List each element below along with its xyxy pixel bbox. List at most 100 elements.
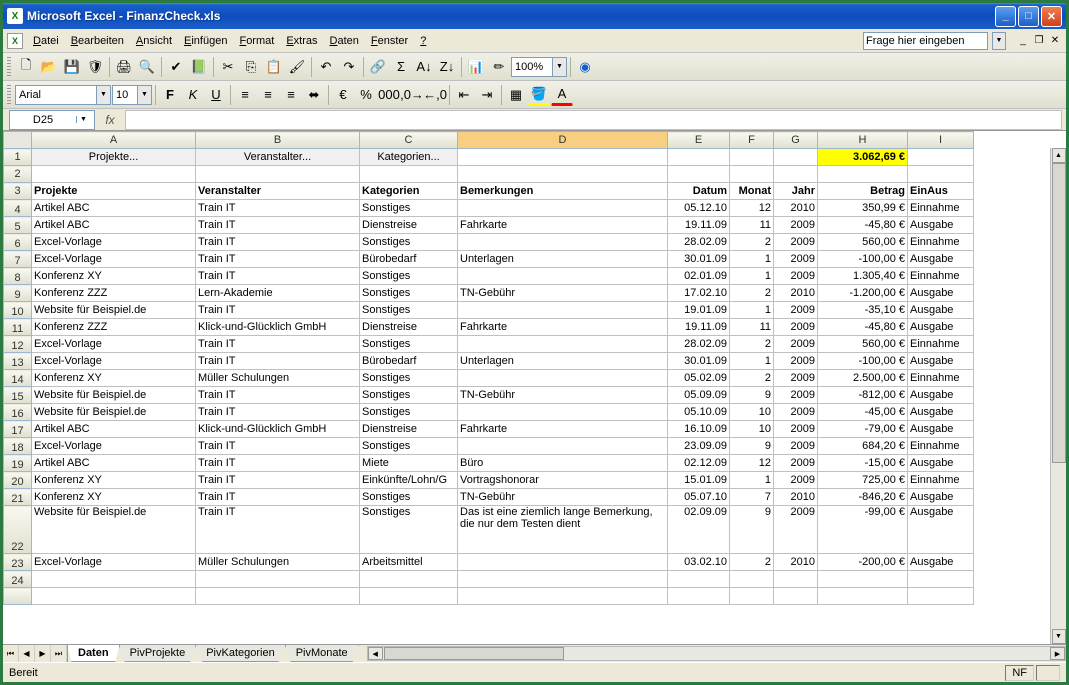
cell-E19[interactable]: 02.12.09 bbox=[668, 455, 730, 472]
row-header-4[interactable]: 4 bbox=[4, 200, 32, 217]
cell-F16[interactable]: 10 bbox=[730, 404, 774, 421]
menu-extras[interactable]: Extras bbox=[280, 33, 323, 49]
cell-A13[interactable]: Excel-Vorlage bbox=[32, 353, 196, 370]
cell-D3[interactable]: Bemerkungen bbox=[458, 183, 668, 200]
cell-F7[interactable]: 1 bbox=[730, 251, 774, 268]
cell-I20[interactable]: Einnahme bbox=[908, 472, 974, 489]
cell-I24[interactable] bbox=[908, 571, 974, 588]
menu-einfügen[interactable]: Einfügen bbox=[178, 33, 233, 49]
row-header-23[interactable]: 23 bbox=[4, 554, 32, 571]
cell-D22[interactable]: Das ist eine ziemlich lange Bemerkung, d… bbox=[458, 506, 668, 554]
col-header-F[interactable]: F bbox=[730, 132, 774, 149]
cell-F13[interactable]: 1 bbox=[730, 353, 774, 370]
cell-D6[interactable] bbox=[458, 234, 668, 251]
merge-icon[interactable]: ⬌ bbox=[303, 84, 325, 106]
cell-D19[interactable]: Büro bbox=[458, 455, 668, 472]
font-dropdown[interactable]: ▼ bbox=[15, 85, 111, 105]
cell-I16[interactable]: Ausgabe bbox=[908, 404, 974, 421]
cell-I25[interactable] bbox=[908, 588, 974, 605]
row-header-24[interactable]: 24 bbox=[4, 571, 32, 588]
cell-H11[interactable]: -45,80 € bbox=[818, 319, 908, 336]
cell-I6[interactable]: Einnahme bbox=[908, 234, 974, 251]
cell-G13[interactable]: 2009 bbox=[774, 353, 818, 370]
cell-F15[interactable]: 9 bbox=[730, 387, 774, 404]
row-header-8[interactable]: 8 bbox=[4, 268, 32, 285]
cell-D25[interactable] bbox=[458, 588, 668, 605]
cell-H24[interactable] bbox=[818, 571, 908, 588]
cell-F8[interactable]: 1 bbox=[730, 268, 774, 285]
row-header-17[interactable]: 17 bbox=[4, 421, 32, 438]
doc-restore-button[interactable]: ❐ bbox=[1032, 34, 1046, 48]
autosum-icon[interactable]: Σ bbox=[390, 56, 412, 78]
cell-H8[interactable]: 1.305,40 € bbox=[818, 268, 908, 285]
col-header-B[interactable]: B bbox=[196, 132, 360, 149]
cell-A19[interactable]: Artikel ABC bbox=[32, 455, 196, 472]
cell-F3[interactable]: Monat bbox=[730, 183, 774, 200]
fx-icon[interactable]: fx bbox=[99, 113, 121, 127]
cell-C12[interactable]: Sonstiges bbox=[360, 336, 458, 353]
row-header-6[interactable]: 6 bbox=[4, 234, 32, 251]
sheet-tab-pivprojekte[interactable]: PivProjekte bbox=[119, 645, 197, 662]
cell-H6[interactable]: 560,00 € bbox=[818, 234, 908, 251]
cell-G23[interactable]: 2010 bbox=[774, 554, 818, 571]
cell-E4[interactable]: 05.12.10 bbox=[668, 200, 730, 217]
cell-D24[interactable] bbox=[458, 571, 668, 588]
cell-C13[interactable]: Bürobedarf bbox=[360, 353, 458, 370]
cell-E9[interactable]: 17.02.10 bbox=[668, 285, 730, 302]
cell-E14[interactable]: 05.02.09 bbox=[668, 370, 730, 387]
cell-E1[interactable] bbox=[668, 149, 730, 166]
font-color-icon[interactable]: A bbox=[551, 84, 573, 106]
cell-C25[interactable] bbox=[360, 588, 458, 605]
scroll-up-icon[interactable]: ▲ bbox=[1052, 148, 1066, 163]
cell-A18[interactable]: Excel-Vorlage bbox=[32, 438, 196, 455]
name-box-input[interactable] bbox=[10, 114, 76, 126]
row-header-19[interactable]: 19 bbox=[4, 455, 32, 472]
cell-I15[interactable]: Ausgabe bbox=[908, 387, 974, 404]
minimize-button[interactable]: _ bbox=[995, 6, 1016, 27]
cell-E5[interactable]: 19.11.09 bbox=[668, 217, 730, 234]
sort-desc-icon[interactable]: Z↓ bbox=[436, 56, 458, 78]
cell-G8[interactable]: 2009 bbox=[774, 268, 818, 285]
cell-A2[interactable] bbox=[32, 166, 196, 183]
cell-G14[interactable]: 2009 bbox=[774, 370, 818, 387]
row-header-25[interactable] bbox=[4, 588, 32, 605]
cell-I7[interactable]: Ausgabe bbox=[908, 251, 974, 268]
cell-D2[interactable] bbox=[458, 166, 668, 183]
cell-A9[interactable]: Konferenz ZZZ bbox=[32, 285, 196, 302]
cell-G21[interactable]: 2010 bbox=[774, 489, 818, 506]
cell-G15[interactable]: 2009 bbox=[774, 387, 818, 404]
cell-D10[interactable] bbox=[458, 302, 668, 319]
cell-C17[interactable]: Dienstreise bbox=[360, 421, 458, 438]
menu-ansicht[interactable]: Ansicht bbox=[130, 33, 178, 49]
cell-E16[interactable]: 05.10.09 bbox=[668, 404, 730, 421]
cell-G17[interactable]: 2009 bbox=[774, 421, 818, 438]
cell-F17[interactable]: 10 bbox=[730, 421, 774, 438]
cell-E7[interactable]: 30.01.09 bbox=[668, 251, 730, 268]
cell-B8[interactable]: Train IT bbox=[196, 268, 360, 285]
dec-indent-icon[interactable]: ⇤ bbox=[453, 84, 475, 106]
cell-H13[interactable]: -100,00 € bbox=[818, 353, 908, 370]
cell-I3[interactable]: EinAus bbox=[908, 183, 974, 200]
cell-G9[interactable]: 2010 bbox=[774, 285, 818, 302]
cell-G12[interactable]: 2009 bbox=[774, 336, 818, 353]
cell-F22[interactable]: 9 bbox=[730, 506, 774, 554]
toolbar-handle[interactable] bbox=[7, 57, 11, 77]
cell-C1[interactable]: Kategorien... bbox=[360, 149, 458, 166]
cell-A15[interactable]: Website für Beispiel.de bbox=[32, 387, 196, 404]
cell-C10[interactable]: Sonstiges bbox=[360, 302, 458, 319]
thousand-icon[interactable]: 000 bbox=[378, 84, 400, 106]
select-all-corner[interactable] bbox=[4, 132, 32, 149]
cell-I21[interactable]: Ausgabe bbox=[908, 489, 974, 506]
cell-B10[interactable]: Train IT bbox=[196, 302, 360, 319]
cell-H3[interactable]: Betrag bbox=[818, 183, 908, 200]
cell-G20[interactable]: 2009 bbox=[774, 472, 818, 489]
cell-C19[interactable]: Miete bbox=[360, 455, 458, 472]
fill-color-icon[interactable]: 🪣 bbox=[528, 84, 550, 106]
bold-icon[interactable]: F bbox=[159, 84, 181, 106]
dec-decimal-icon[interactable]: ←,0 bbox=[424, 84, 446, 106]
cell-I18[interactable]: Einnahme bbox=[908, 438, 974, 455]
cell-A17[interactable]: Artikel ABC bbox=[32, 421, 196, 438]
cell-G24[interactable] bbox=[774, 571, 818, 588]
format-painter-icon[interactable]: 🖌 bbox=[286, 56, 308, 78]
cell-I9[interactable]: Ausgabe bbox=[908, 285, 974, 302]
